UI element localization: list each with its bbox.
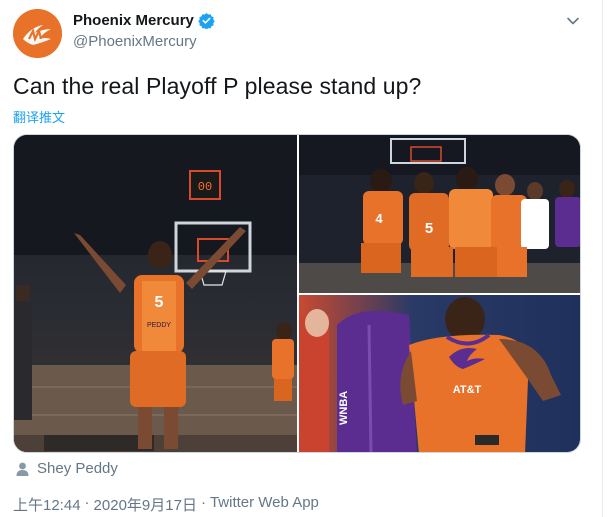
avatar-logo (13, 9, 62, 58)
meta-separator: · (200, 494, 206, 511)
jersey-number: 5 (155, 294, 164, 311)
meta-separator: · (84, 494, 90, 511)
wnba-text: WNBA (338, 391, 350, 425)
author-handle[interactable]: @PhoenixMercury (73, 33, 197, 50)
photo-team-huddle[interactable]: 5 4 (299, 135, 580, 293)
tagged-person-name[interactable]: Shey Peddy (37, 460, 118, 477)
photo-player-celebrating[interactable]: 00 5 PEDDY (14, 135, 297, 452)
tagged-person-link[interactable]: Shey Peddy (16, 460, 118, 477)
author-name-row[interactable]: Phoenix Mercury (73, 12, 215, 30)
jersey-name: PEDDY (147, 322, 171, 329)
scoreboard-text: 00 (198, 180, 212, 194)
tweet-date[interactable]: 2020年9月17日 (94, 494, 197, 515)
svg-text:5: 5 (425, 220, 433, 237)
person-tag-icon (16, 462, 29, 476)
tweet-meta: 上午12:44 · 2020年9月17日 · Twitter Web App (13, 494, 319, 515)
sponsor-text: AT&T (453, 384, 482, 396)
chevron-down-icon[interactable] (564, 12, 582, 30)
display-name[interactable]: Phoenix Mercury (73, 12, 194, 29)
translate-tweet-link[interactable]: 翻译推文 (13, 107, 65, 126)
avatar[interactable] (13, 9, 62, 58)
svg-text:4: 4 (375, 211, 383, 226)
tweet-text: Can the real Playoff P please stand up? (13, 73, 422, 99)
tweet-card: Phoenix Mercury @PhoenixMercury Can the … (0, 0, 603, 517)
photo-players-embrace[interactable]: WNBA AT&T (299, 295, 580, 452)
verified-badge-icon (198, 12, 215, 30)
tweet-time[interactable]: 上午12:44 (13, 494, 81, 515)
media-grid: 00 5 PEDDY 5 4 WNBA AT&T (13, 134, 581, 453)
tweet-source[interactable]: Twitter Web App (210, 494, 319, 515)
